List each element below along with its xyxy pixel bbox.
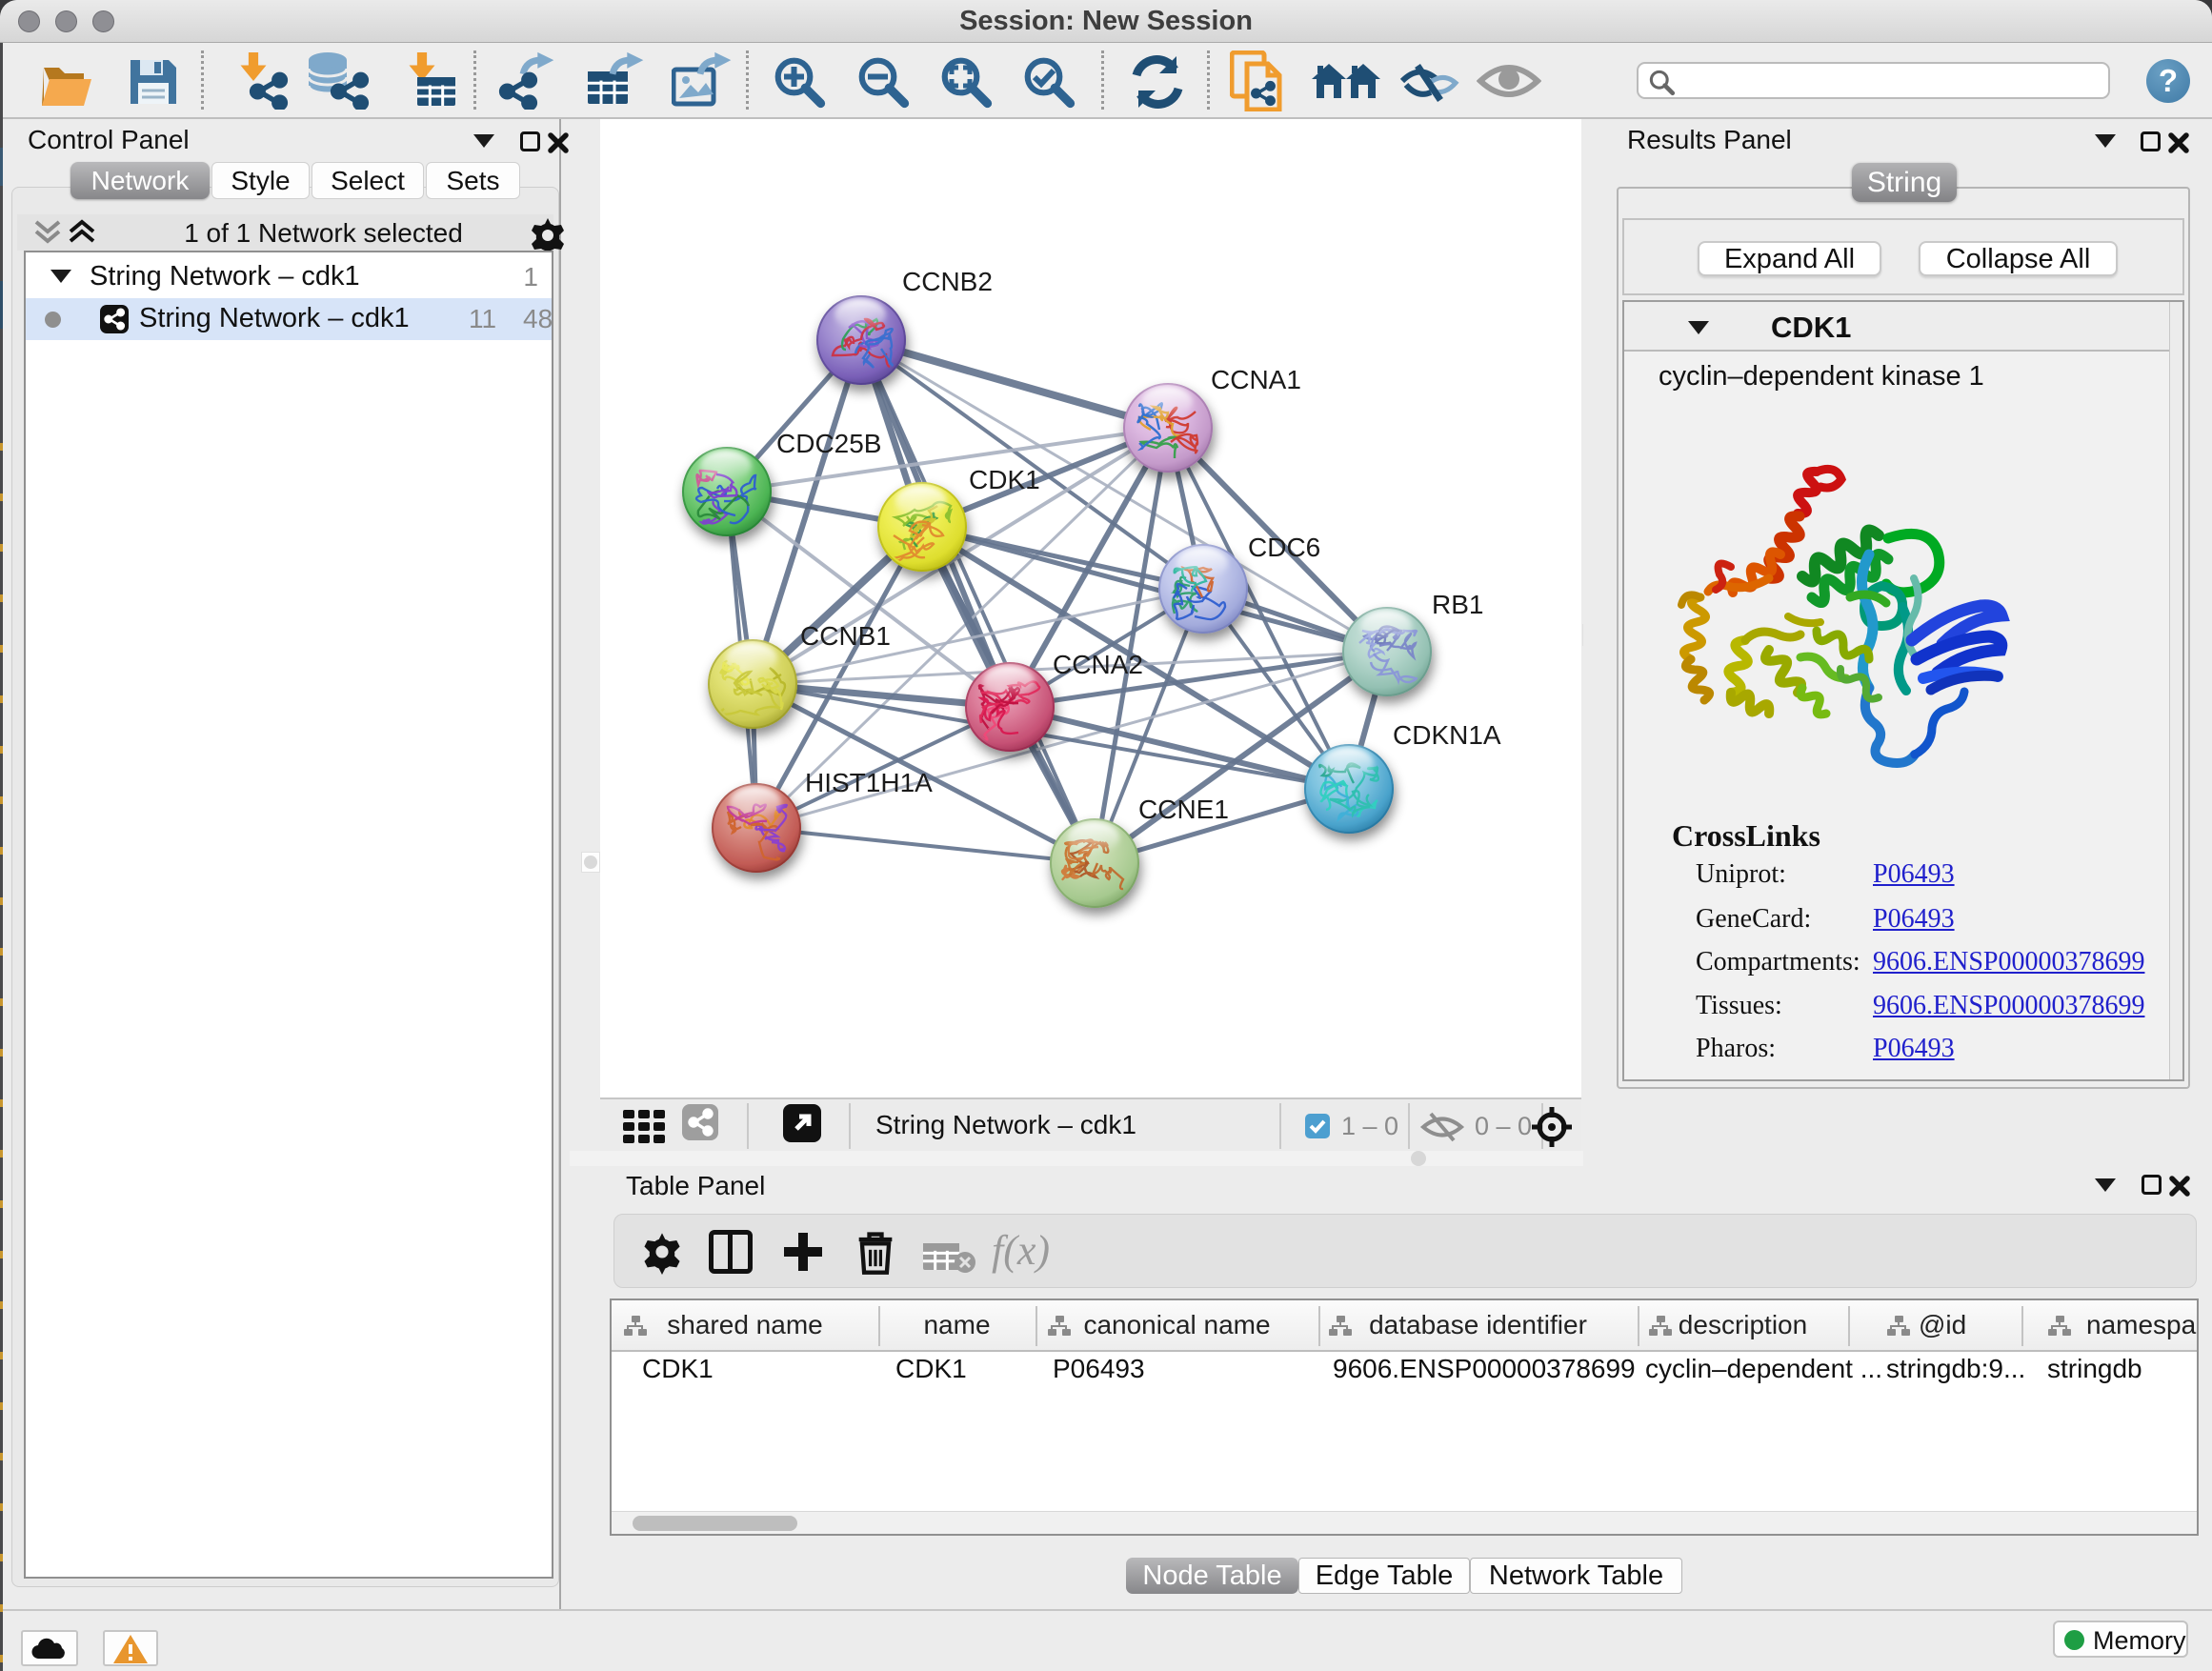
svg-text:CDC6: CDC6: [1248, 533, 1320, 562]
svg-text:CCNB2: CCNB2: [902, 267, 993, 296]
svg-text:CDK1: CDK1: [969, 465, 1040, 494]
svg-text:CCNE1: CCNE1: [1138, 795, 1229, 824]
svg-text:HIST1H1A: HIST1H1A: [805, 768, 933, 797]
svg-text:RB1: RB1: [1432, 590, 1483, 619]
svg-text:CCNA1: CCNA1: [1211, 365, 1301, 394]
svg-text:CCNB1: CCNB1: [800, 621, 891, 651]
svg-text:CDC25B: CDC25B: [776, 429, 881, 458]
svg-text:CDKN1A: CDKN1A: [1393, 720, 1501, 750]
svg-text:CCNA2: CCNA2: [1053, 650, 1143, 679]
